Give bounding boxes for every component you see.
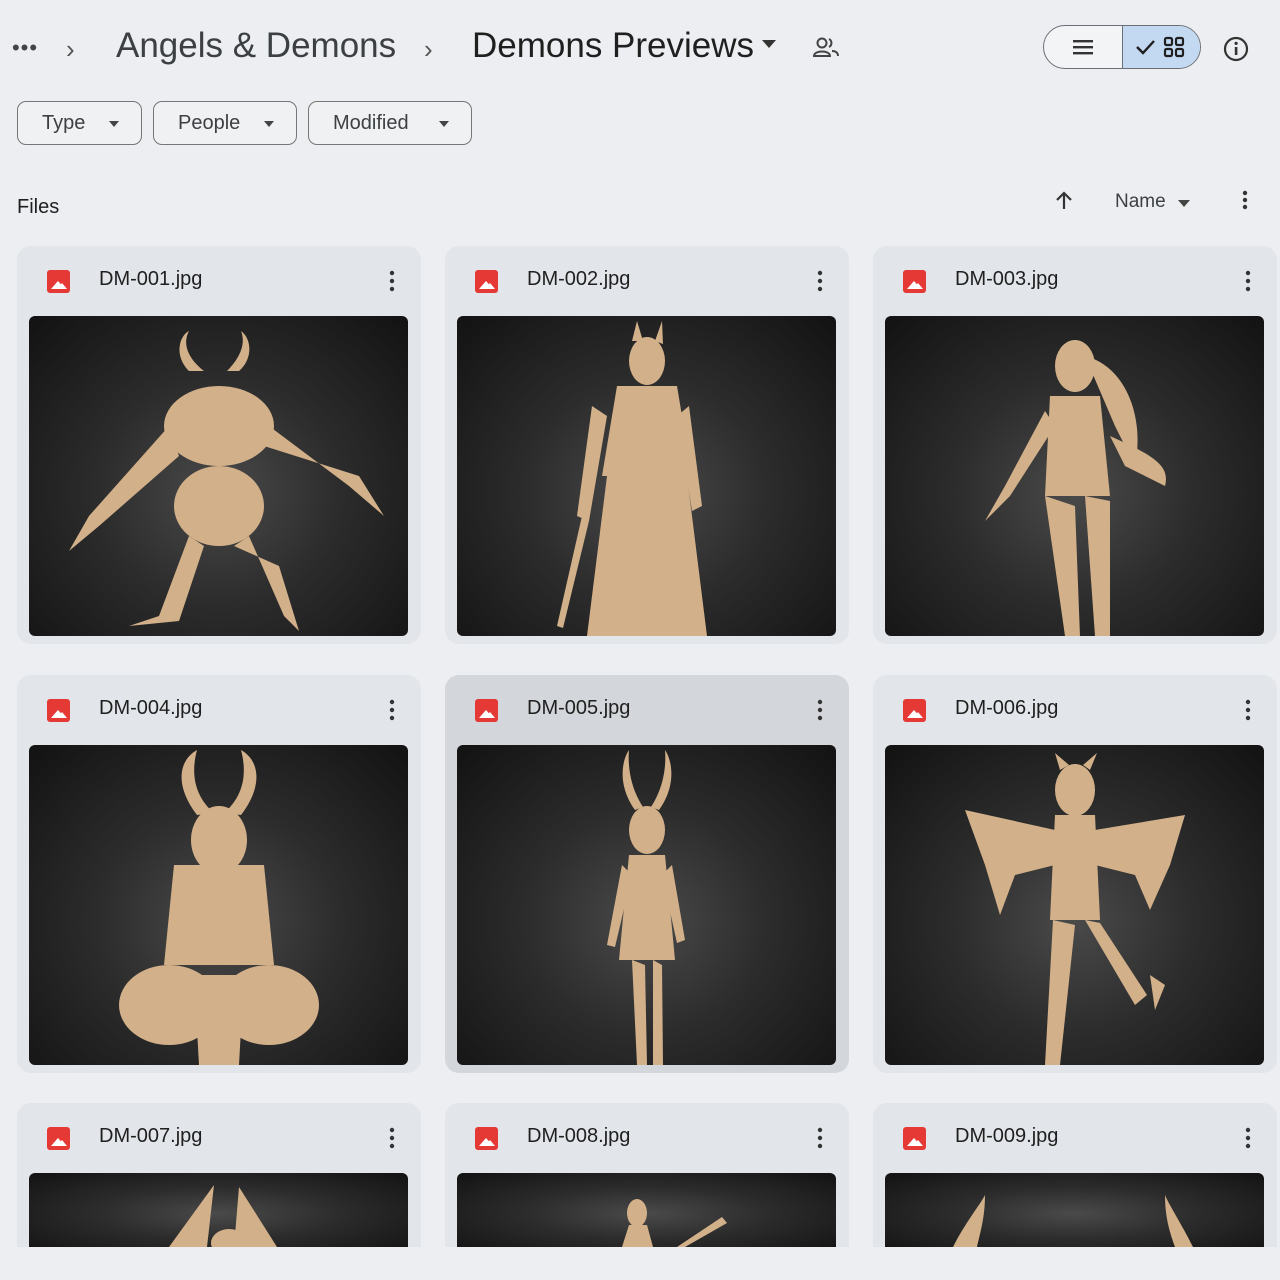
file-name: DM-004.jpg <box>99 697 203 719</box>
file-thumbnail <box>29 316 408 636</box>
file-name: DM-007.jpg <box>99 1125 203 1147</box>
file-thumbnail <box>885 745 1264 1065</box>
people-filter-label: People <box>178 111 241 134</box>
image-file-icon <box>903 699 926 722</box>
top-bar: ••• › Angels & Demons › Demons Previews <box>0 0 1280 96</box>
file-name: DM-003.jpg <box>955 268 1059 290</box>
modified-filter-chip[interactable]: Modified <box>308 101 472 145</box>
demon-figure-image <box>69 331 384 631</box>
file-more-options-icon[interactable] <box>388 270 396 292</box>
file-card[interactable]: DM-001.jpg <box>17 246 421 644</box>
file-more-options-icon[interactable] <box>1244 270 1252 292</box>
file-thumbnail <box>457 1173 836 1247</box>
people-icon[interactable] <box>812 36 840 60</box>
file-more-options-icon[interactable] <box>816 1127 824 1149</box>
image-file-icon <box>47 1127 70 1150</box>
files-section-title: Files <box>17 196 60 218</box>
breadcrumb-current-folder[interactable]: Demons Previews <box>472 26 754 66</box>
list-view-button[interactable] <box>1044 26 1122 68</box>
demon-figure-image <box>119 750 319 1065</box>
file-card[interactable]: DM-004.jpg <box>17 675 421 1073</box>
image-file-icon <box>903 1127 926 1150</box>
file-card[interactable]: DM-009.jpg <box>873 1103 1277 1247</box>
sort-direction-arrow-icon[interactable] <box>1052 189 1076 213</box>
chevron-down-icon[interactable] <box>1178 200 1190 207</box>
file-thumbnail <box>29 745 408 1065</box>
file-name: DM-001.jpg <box>99 268 203 290</box>
file-more-options-icon[interactable] <box>816 699 824 721</box>
file-card[interactable]: DM-002.jpg <box>445 246 849 644</box>
file-card[interactable]: DM-007.jpg <box>17 1103 421 1247</box>
demon-figure-image <box>622 1199 727 1247</box>
image-file-icon <box>475 1127 498 1150</box>
type-filter-chip[interactable]: Type <box>17 101 142 145</box>
file-more-options-icon[interactable] <box>816 270 824 292</box>
demon-figure-image <box>985 340 1166 636</box>
file-more-options-icon[interactable] <box>388 1127 396 1149</box>
file-name: DM-005.jpg <box>527 697 631 719</box>
file-thumbnail <box>29 1173 408 1247</box>
file-card-selected[interactable]: DM-005.jpg <box>445 675 849 1073</box>
demon-figure-image <box>953 1195 1193 1247</box>
chevron-down-icon <box>264 121 274 127</box>
demon-figure-image <box>557 321 707 636</box>
grid-view-button[interactable] <box>1121 26 1200 68</box>
modified-filter-label: Modified <box>333 111 409 134</box>
list-icon <box>1072 40 1093 55</box>
demon-figure-image <box>965 753 1185 1065</box>
demon-figure-image <box>607 750 685 1065</box>
image-file-icon <box>475 270 498 293</box>
file-name: DM-006.jpg <box>955 697 1059 719</box>
file-card[interactable]: DM-008.jpg <box>445 1103 849 1247</box>
folder-menu-caret-icon[interactable] <box>762 40 776 48</box>
file-more-options-icon[interactable] <box>388 699 396 721</box>
file-name: DM-008.jpg <box>527 1125 631 1147</box>
breadcrumb-separator-icon: › <box>66 34 75 64</box>
image-file-icon <box>47 270 70 293</box>
breadcrumb-separator-icon: › <box>424 34 433 64</box>
file-thumbnail <box>885 1173 1264 1247</box>
more-breadcrumbs-button[interactable]: ••• <box>10 34 40 62</box>
grid-icon <box>1136 36 1185 58</box>
file-more-options-icon[interactable] <box>1244 699 1252 721</box>
image-file-icon <box>475 699 498 722</box>
file-card[interactable]: DM-006.jpg <box>873 675 1277 1073</box>
view-toggle <box>1043 25 1201 69</box>
file-name: DM-009.jpg <box>955 1125 1059 1147</box>
more-options-icon[interactable] <box>1233 188 1257 212</box>
image-file-icon <box>903 270 926 293</box>
people-filter-chip[interactable]: People <box>153 101 297 145</box>
chevron-down-icon <box>439 121 449 127</box>
demon-figure-image <box>169 1185 277 1247</box>
file-name: DM-002.jpg <box>527 268 631 290</box>
file-thumbnail <box>457 745 836 1065</box>
file-thumbnail <box>885 316 1264 636</box>
type-filter-label: Type <box>42 111 86 134</box>
file-more-options-icon[interactable] <box>1244 1127 1252 1149</box>
breadcrumb-parent[interactable]: Angels & Demons <box>116 26 396 66</box>
file-thumbnail <box>457 316 836 636</box>
file-card[interactable]: DM-003.jpg <box>873 246 1277 644</box>
info-icon[interactable] <box>1222 35 1250 63</box>
image-file-icon <box>47 699 70 722</box>
sort-by-button[interactable]: Name <box>1115 191 1166 213</box>
chevron-down-icon <box>109 121 119 127</box>
